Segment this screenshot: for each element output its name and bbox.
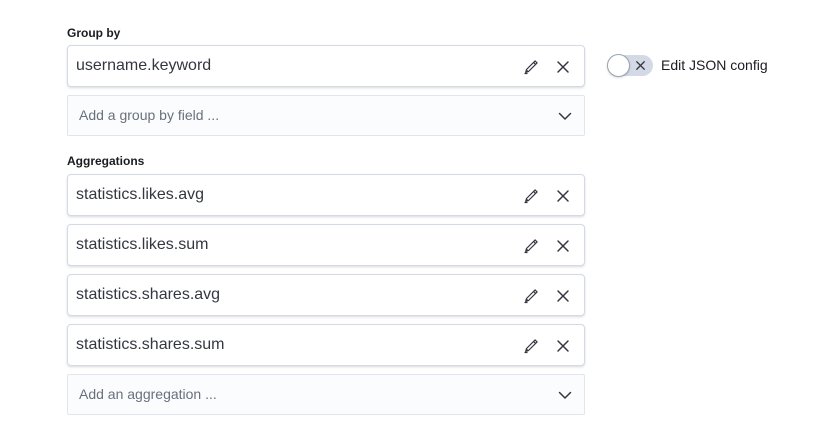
pencil-icon[interactable] xyxy=(521,286,541,306)
chevron-down-icon xyxy=(558,112,572,120)
add-group-by-placeholder: Add a group by field ... xyxy=(79,107,220,123)
close-icon xyxy=(636,61,645,70)
aggregation-item-label: statistics.shares.avg xyxy=(76,286,221,303)
pencil-icon[interactable] xyxy=(521,336,541,356)
group-by-item-label: username.keyword xyxy=(76,57,212,74)
add-group-by-field-select[interactable]: Add a group by field ... xyxy=(67,95,585,136)
close-icon[interactable] xyxy=(553,186,573,206)
aggregation-item-likes-sum: statistics.likes.sum xyxy=(67,224,585,266)
group-by-item-username-keyword: username.keyword xyxy=(67,45,585,87)
aggregation-item-label: statistics.likes.sum xyxy=(76,236,209,253)
aggregation-item-shares-sum: statistics.shares.sum xyxy=(67,324,585,366)
aggregations-label: Aggregations xyxy=(67,154,145,168)
pencil-icon[interactable] xyxy=(521,236,541,256)
close-icon[interactable] xyxy=(553,236,573,256)
edit-json-config-switch[interactable] xyxy=(607,54,653,77)
aggregation-item-label: statistics.likes.avg xyxy=(76,186,205,203)
switch-knob xyxy=(607,54,630,77)
aggregation-item-shares-avg: statistics.shares.avg xyxy=(67,274,585,316)
add-aggregation-placeholder: Add an aggregation ... xyxy=(79,386,217,402)
close-icon[interactable] xyxy=(553,286,573,306)
aggregation-item-likes-avg: statistics.likes.avg xyxy=(67,174,585,216)
edit-json-config-label[interactable]: Edit JSON config xyxy=(661,57,768,73)
close-icon[interactable] xyxy=(553,336,573,356)
pencil-icon[interactable] xyxy=(521,57,541,77)
aggregation-item-label: statistics.shares.sum xyxy=(76,336,225,353)
add-aggregation-select[interactable]: Add an aggregation ... xyxy=(67,374,585,415)
pencil-icon[interactable] xyxy=(521,186,541,206)
close-icon[interactable] xyxy=(553,57,573,77)
chevron-down-icon xyxy=(558,391,572,399)
group-by-label: Group by xyxy=(67,26,121,40)
